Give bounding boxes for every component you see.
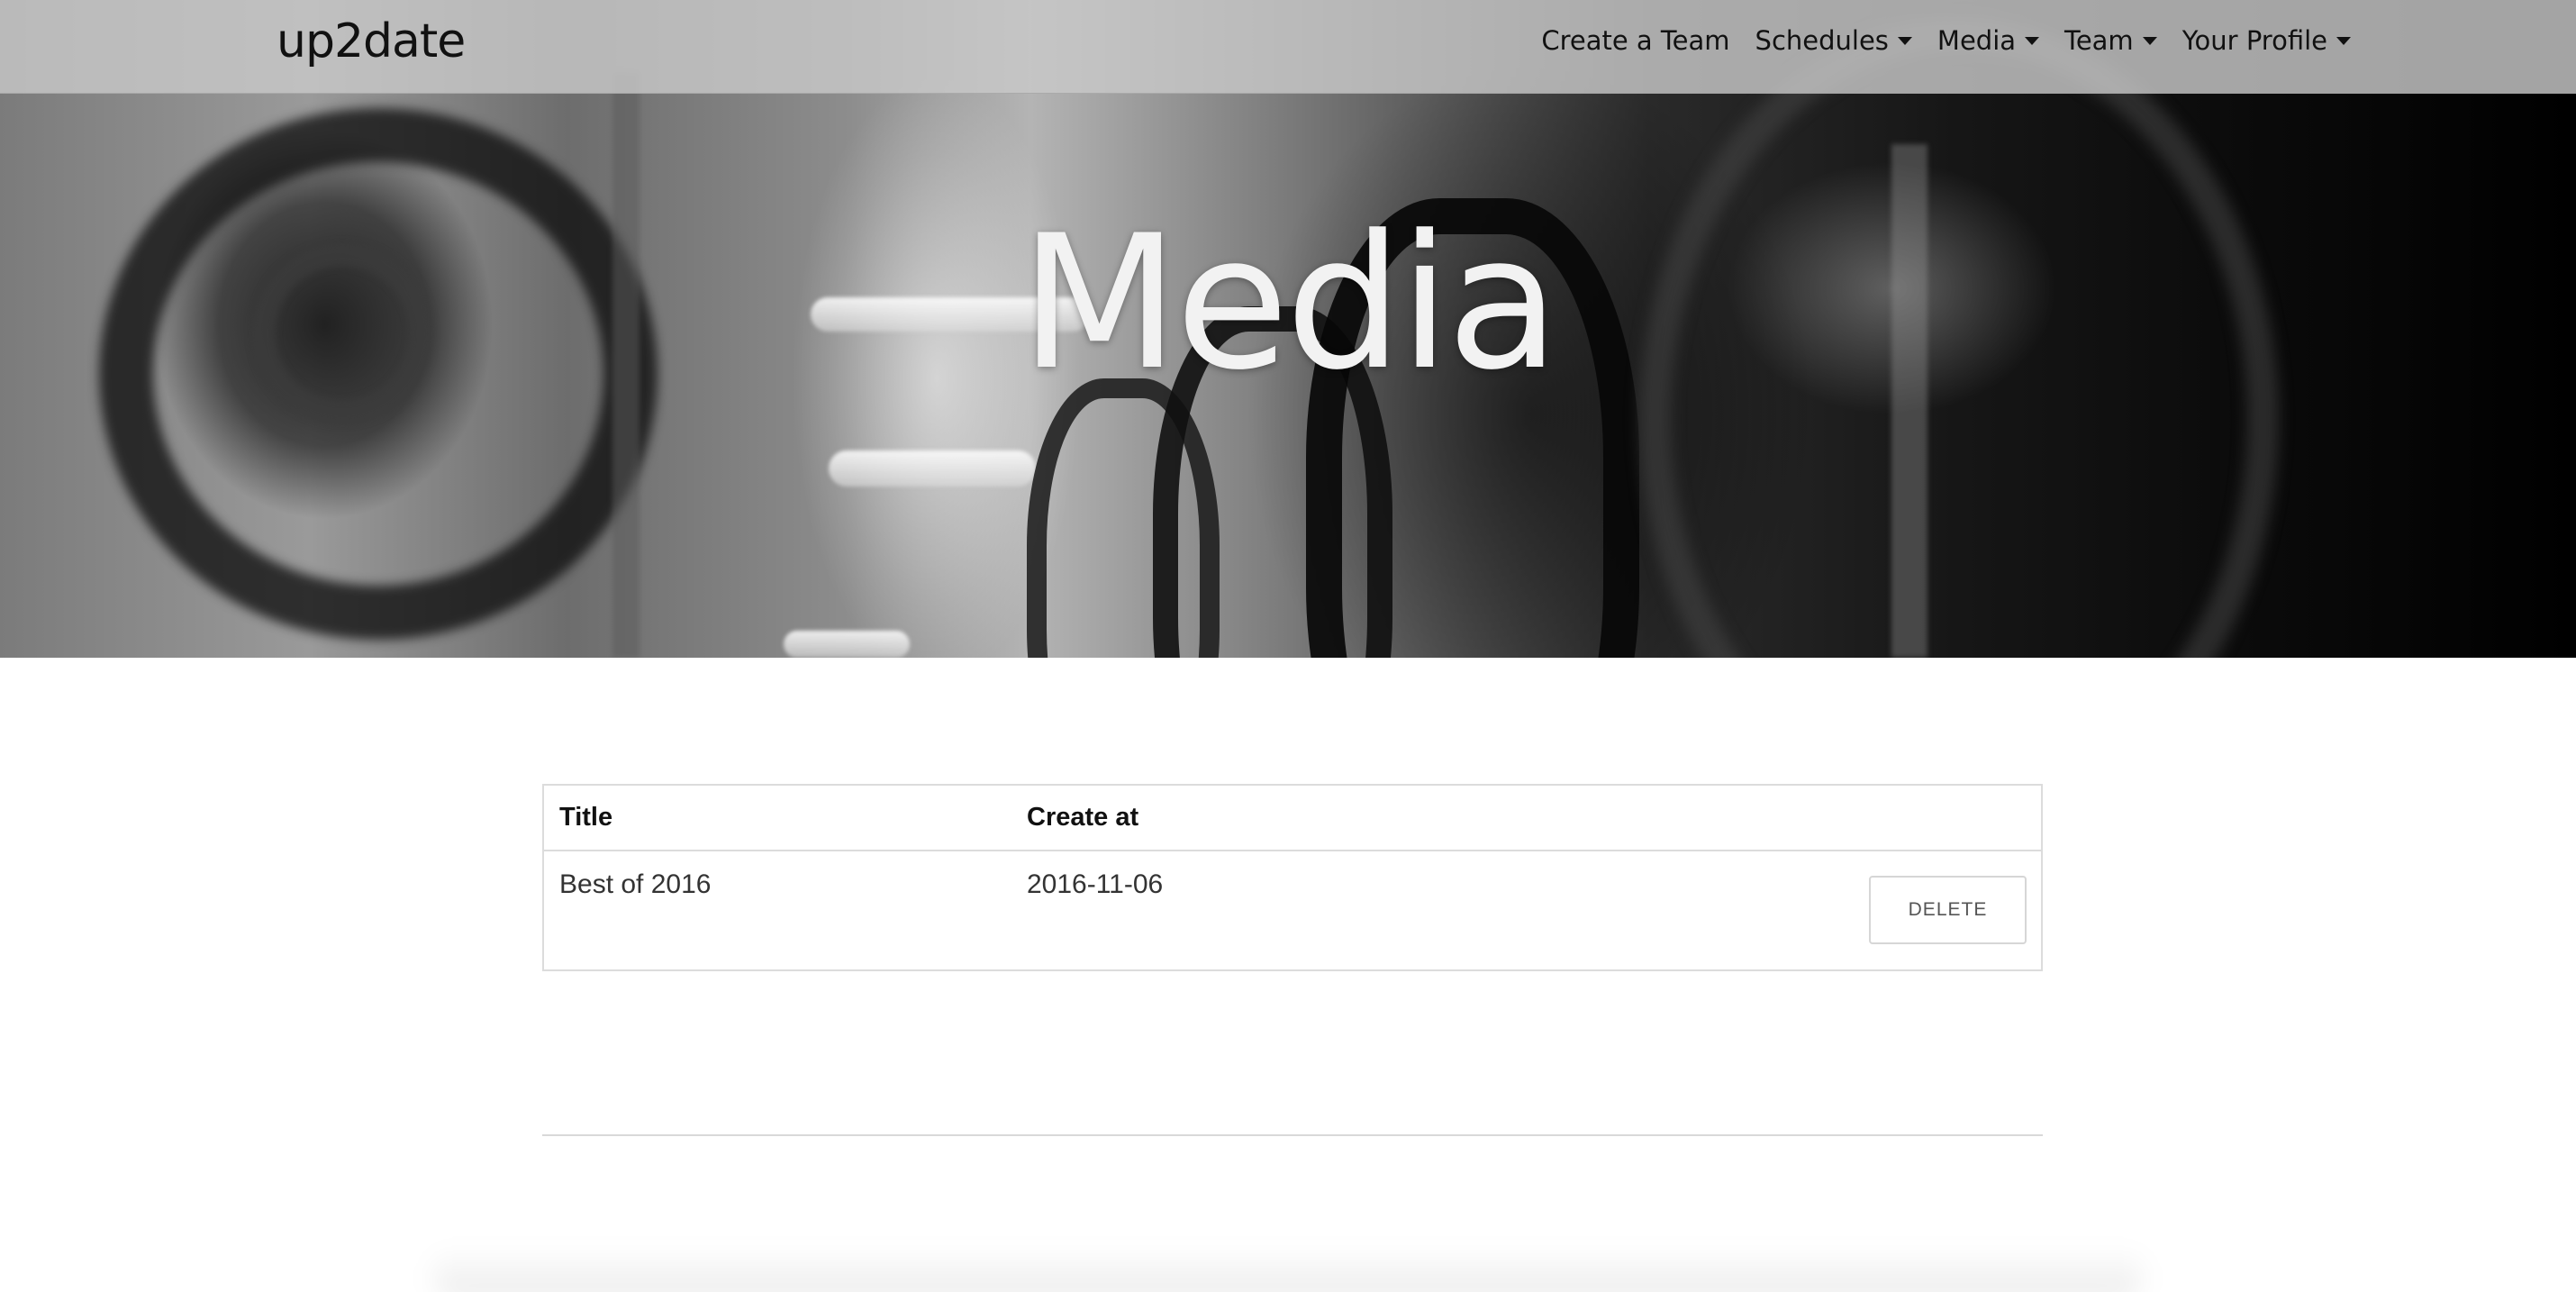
media-created-at-cell: 2016-11-06 — [1027, 869, 1164, 899]
brand-logo[interactable]: up2date — [277, 14, 466, 68]
caret-down-icon — [2025, 36, 2040, 45]
media-table: Title Create at Best of 2016 2016-11-06 … — [542, 784, 2043, 971]
page-title: Media — [1020, 196, 1560, 411]
nav-item-create-team[interactable]: Create a Team — [1541, 25, 1729, 56]
media-title-cell: Best of 2016 — [559, 869, 712, 899]
nav-item-label: Schedules — [1755, 25, 1889, 56]
caret-down-icon — [2336, 36, 2351, 45]
nav-item-label: Create a Team — [1541, 25, 1730, 56]
nav-item-media[interactable]: Media — [1937, 25, 2040, 56]
delete-button[interactable]: DELETE — [1869, 876, 2027, 944]
column-header-title: Title — [559, 803, 613, 832]
column-header-created-at: Create at — [1027, 803, 1139, 832]
hero-banner: Media — [0, 0, 2576, 658]
top-navbar: up2date Create a Team Schedules Media Te… — [0, 0, 2576, 94]
nav-item-team[interactable]: Team — [2064, 25, 2157, 56]
nav-item-schedules[interactable]: Schedules — [1755, 25, 1912, 56]
page: Media up2date Create a Team Schedules Me… — [0, 0, 2576, 1292]
nav-item-label: Media — [1937, 25, 2017, 56]
hero-bar-2 — [829, 450, 1036, 487]
nav-item-label: Your Profile — [2181, 25, 2327, 56]
caret-down-icon — [2142, 36, 2157, 45]
section-divider — [542, 1134, 2043, 1136]
hero-bar-3 — [784, 631, 910, 658]
nav-menu: Create a Team Schedules Media Team Your … — [1516, 25, 2351, 56]
table-header-row: Title Create at — [544, 786, 2041, 851]
nav-item-label: Team — [2064, 25, 2134, 56]
caret-down-icon — [1897, 36, 1912, 45]
footer-shadow — [432, 1247, 2144, 1292]
table-row: Best of 2016 2016-11-06 DELETE — [544, 851, 2041, 969]
nav-item-your-profile[interactable]: Your Profile — [2182, 25, 2351, 56]
